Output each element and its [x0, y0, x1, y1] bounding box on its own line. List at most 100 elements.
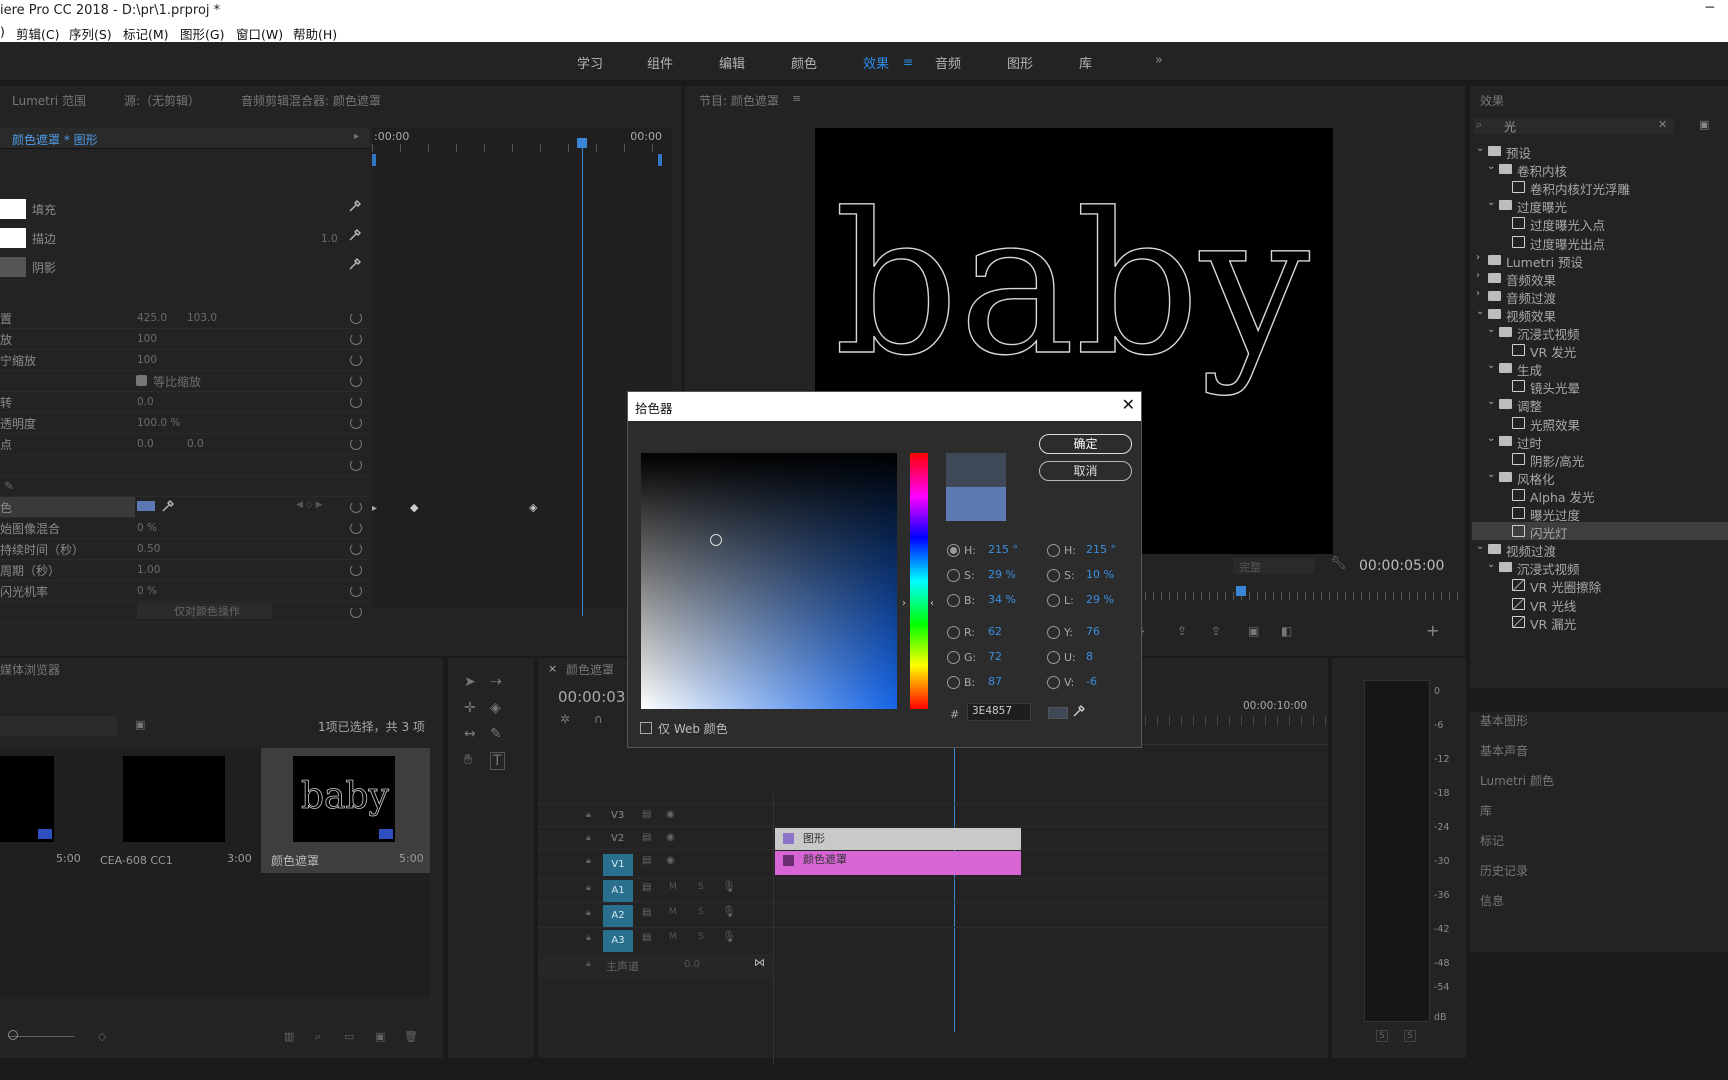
- lock-icon[interactable]: 🔒︎: [586, 908, 591, 918]
- effects-tree-item[interactable]: 过度曝光出点: [1472, 233, 1728, 252]
- new-bin-icon[interactable]: ▭: [344, 1030, 354, 1043]
- keyframe-nav-icon[interactable]: ◀ ◇ ▶: [296, 500, 323, 510]
- expand-arrow-icon[interactable]: ▸: [354, 131, 359, 142]
- go-to-end-icon[interactable]: ⋈: [754, 956, 765, 969]
- menu-sequence[interactable]: 序列(S): [69, 24, 112, 43]
- program-tab[interactable]: 节目: 颜色遮罩: [699, 92, 779, 109]
- chevron-down-icon[interactable]: ⌄: [1487, 396, 1495, 407]
- radio-rgb-g[interactable]: [947, 651, 960, 664]
- workspace-color[interactable]: 颜色: [791, 53, 817, 72]
- rgb-g-value[interactable]: 72: [988, 650, 1002, 663]
- panel-history[interactable]: 历史记录: [1480, 862, 1528, 879]
- track-target-v1[interactable]: V1: [603, 854, 633, 876]
- effects-tree-item[interactable]: 光照效果: [1472, 414, 1728, 433]
- original-color-swatch[interactable]: [946, 487, 1006, 521]
- close-tab-icon[interactable]: ×: [548, 662, 557, 675]
- radio-hsl-s[interactable]: [1047, 569, 1060, 582]
- solo-right-button[interactable]: S: [1404, 1030, 1416, 1042]
- yuv-v-value[interactable]: -6: [1086, 675, 1097, 688]
- cancel-button[interactable]: 取消: [1039, 461, 1132, 481]
- effects-tree-item[interactable]: ⌄ 调整: [1472, 395, 1728, 414]
- find-icon[interactable]: ⌕: [315, 1030, 321, 1044]
- close-icon[interactable]: ✕: [1122, 395, 1135, 414]
- effects-tree-item[interactable]: 曝光过度: [1472, 504, 1728, 523]
- zoom-slider-handle[interactable]: [8, 1030, 18, 1040]
- hue-slider-left-arrow-icon[interactable]: ›: [902, 598, 906, 609]
- zoom-slider[interactable]: [8, 1036, 74, 1037]
- clip-path[interactable]: 颜色遮罩 * 图形: [12, 131, 98, 148]
- workspace-effects[interactable]: 效果: [863, 53, 889, 72]
- new-item-icon[interactable]: ▣: [375, 1030, 385, 1043]
- sort-icon[interactable]: ◇: [98, 1030, 106, 1043]
- timeline-tab[interactable]: 颜色遮罩: [566, 661, 614, 678]
- reset-icon[interactable]: [350, 543, 362, 555]
- ripple-edit-tool-icon[interactable]: ✛: [464, 700, 476, 716]
- lock-icon[interactable]: 🔒︎: [586, 833, 591, 843]
- effects-tree-item[interactable]: 镜头光晕: [1472, 377, 1728, 396]
- hsb-s-value[interactable]: 29 %: [988, 568, 1016, 581]
- solo-left-button[interactable]: S: [1376, 1030, 1388, 1042]
- menu-clip[interactable]: 剪辑(C): [16, 24, 59, 43]
- chevron-down-icon[interactable]: ⌄: [1476, 143, 1484, 154]
- eyedropper-icon[interactable]: [1072, 704, 1086, 718]
- lock-icon[interactable]: 🔒︎: [586, 883, 591, 893]
- reset-icon[interactable]: [350, 564, 362, 576]
- lock-icon[interactable]: 🔒︎: [586, 933, 591, 943]
- panel-menu-icon[interactable]: ≡: [792, 92, 801, 105]
- trash-icon[interactable]: 🗑︎: [404, 1030, 418, 1043]
- pen-tool-icon[interactable]: ✎: [490, 726, 502, 742]
- eyedropper-icon[interactable]: [161, 499, 175, 513]
- effects-tree-item[interactable]: ⌄ 沉浸式视频: [1472, 323, 1728, 342]
- hsl-h-value[interactable]: 215 °: [1086, 543, 1116, 556]
- rgb-b-value[interactable]: 87: [988, 675, 1002, 688]
- mute-button[interactable]: M: [669, 882, 677, 892]
- clip-graphic[interactable]: 图形: [775, 828, 1021, 850]
- ec-playhead-handle[interactable]: [577, 138, 587, 148]
- program-ruler[interactable]: [1145, 592, 1460, 600]
- clip-color-matte[interactable]: 颜色遮罩: [775, 851, 1021, 875]
- toggle-sync-icon[interactable]: ▤: [642, 809, 651, 820]
- eyedropper-icon[interactable]: [348, 257, 362, 271]
- panel-lumetri-color[interactable]: Lumetri 颜色: [1480, 772, 1554, 789]
- radio-hsl-l[interactable]: [1047, 594, 1060, 607]
- effects-tree-item[interactable]: ⌄ 风格化: [1472, 468, 1728, 487]
- effects-tree-item[interactable]: VR 漏光: [1472, 613, 1728, 632]
- lock-icon[interactable]: 🔒︎: [586, 856, 591, 866]
- reset-icon[interactable]: [350, 375, 362, 387]
- reset-icon[interactable]: [350, 522, 362, 534]
- effects-tree-item[interactable]: ⌄ 预设: [1472, 142, 1728, 161]
- workspace-assembly[interactable]: 组件: [647, 53, 673, 72]
- slip-tool-icon[interactable]: ↔: [464, 726, 476, 742]
- chevron-right-icon[interactable]: ›: [1476, 288, 1480, 299]
- effects-tree-item[interactable]: ⌄ 视频过渡: [1472, 540, 1728, 559]
- chevron-down-icon[interactable]: ⌄: [1487, 324, 1495, 335]
- automate-icon[interactable]: ▥: [284, 1030, 294, 1043]
- ec-playhead[interactable]: [582, 138, 583, 616]
- toggle-sync-icon[interactable]: ▤: [642, 932, 651, 943]
- solo-button[interactable]: S: [698, 932, 704, 942]
- stroke-swatch[interactable]: [0, 228, 26, 248]
- shadow-swatch[interactable]: [0, 257, 26, 277]
- tab-audio-clip-mixer[interactable]: 音频剪辑混合器: 颜色遮罩: [241, 92, 381, 109]
- panel-info[interactable]: 信息: [1480, 892, 1504, 909]
- fill-swatch[interactable]: [0, 199, 26, 219]
- keyframe-icon[interactable]: ◆: [410, 501, 418, 514]
- saturation-brightness-gradient[interactable]: [641, 453, 897, 709]
- track-target-a1[interactable]: A1: [603, 880, 633, 902]
- camera-icon[interactable]: ▣: [1248, 624, 1259, 638]
- ok-button[interactable]: 确定: [1039, 434, 1132, 454]
- reset-icon[interactable]: [350, 396, 362, 408]
- lift-icon[interactable]: ⇪: [1177, 624, 1187, 638]
- uniform-scale-checkbox[interactable]: [136, 375, 147, 386]
- eyedropper-icon[interactable]: [348, 228, 362, 242]
- keyframe-icon-2[interactable]: ◈: [529, 501, 537, 514]
- reset-icon[interactable]: [350, 354, 362, 366]
- pen-icon[interactable]: ✎: [4, 479, 14, 493]
- razor-tool-icon[interactable]: ◈: [490, 700, 501, 716]
- chevron-down-icon[interactable]: ⌄: [1487, 197, 1495, 208]
- tab-lumetri-scopes[interactable]: Lumetri 范围: [12, 92, 86, 109]
- compare-icon[interactable]: ◧: [1281, 624, 1292, 638]
- effects-tree-item[interactable]: › Lumetri 预设: [1472, 251, 1728, 270]
- effects-tree-item[interactable]: ⌄ 生成: [1472, 359, 1728, 378]
- eye-icon[interactable]: ◉: [666, 855, 675, 866]
